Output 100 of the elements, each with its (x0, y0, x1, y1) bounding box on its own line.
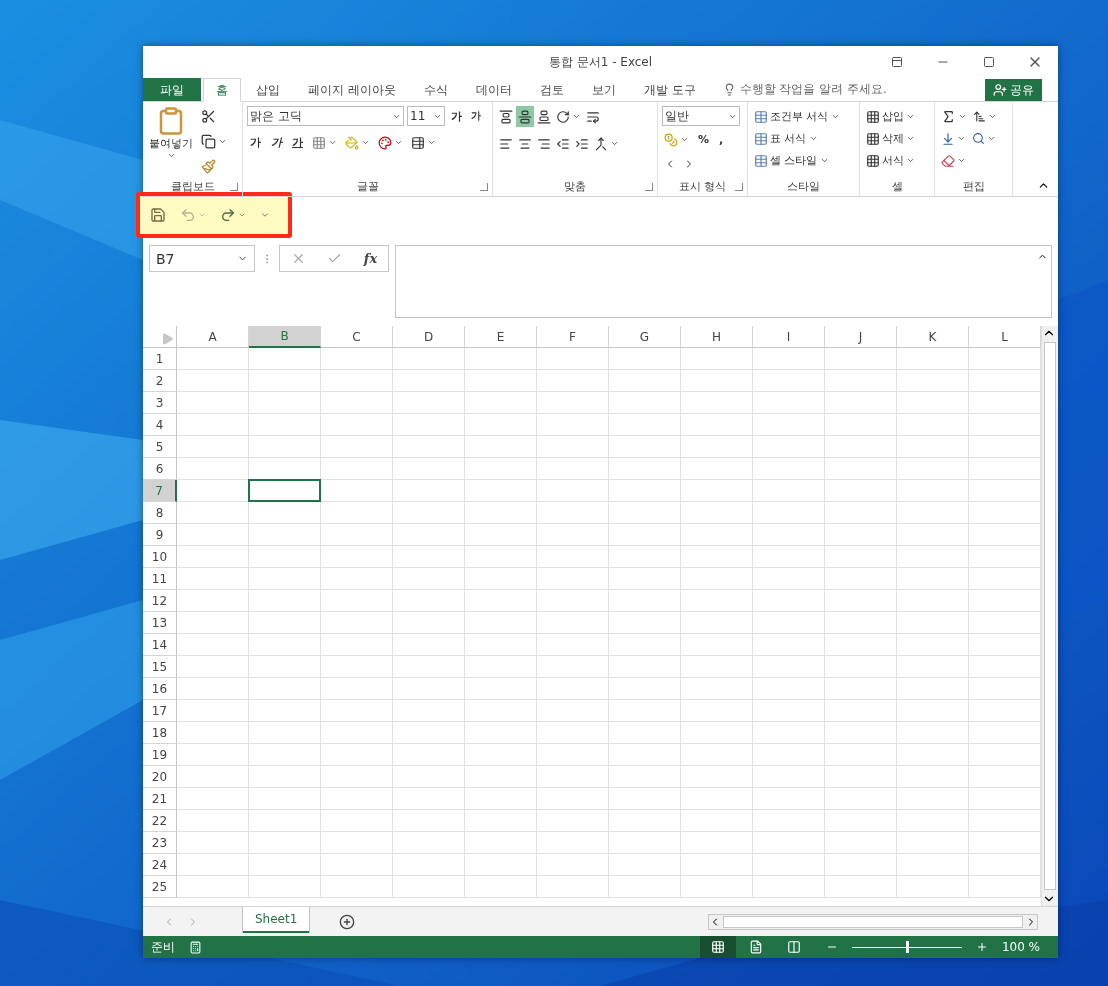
grid-cell[interactable] (465, 788, 537, 810)
grid-cell[interactable] (609, 392, 681, 414)
grid-cell[interactable] (681, 656, 753, 678)
grid-cell[interactable] (249, 766, 321, 788)
grid-cell[interactable] (177, 810, 249, 832)
grid-cell[interactable] (537, 722, 609, 744)
grid-cell[interactable] (393, 458, 465, 480)
launcher-icon[interactable] (480, 183, 488, 191)
percent-button[interactable]: % (695, 132, 713, 147)
row-header[interactable]: 17 (143, 700, 177, 722)
grid-cell[interactable] (177, 788, 249, 810)
grid-cell[interactable] (393, 700, 465, 722)
grid-cell[interactable] (825, 480, 897, 502)
grid-cell[interactable] (465, 480, 537, 502)
grid-cell[interactable] (681, 392, 753, 414)
grid-cell[interactable] (177, 612, 249, 634)
tell-me-field[interactable]: 수행할 작업을 알려 주세요. (739, 81, 887, 98)
grid-cell[interactable] (609, 590, 681, 612)
grid-cell[interactable] (897, 392, 969, 414)
grid-cell[interactable] (465, 634, 537, 656)
row-header[interactable]: 11 (143, 568, 177, 590)
row-header[interactable]: 3 (143, 392, 177, 414)
grid-cell[interactable] (537, 348, 609, 370)
grid-cell[interactable] (321, 414, 393, 436)
grid-cell[interactable] (249, 502, 321, 524)
grid-cell[interactable] (465, 722, 537, 744)
row-header[interactable]: 4 (143, 414, 177, 436)
grid-cell[interactable] (609, 414, 681, 436)
grid-cell[interactable] (537, 744, 609, 766)
grid-cell[interactable] (825, 700, 897, 722)
grid-cell[interactable] (825, 502, 897, 524)
bold-button[interactable]: 가 (247, 134, 264, 151)
row-header[interactable]: 13 (143, 612, 177, 634)
grid-cell[interactable] (465, 436, 537, 458)
grid-cell[interactable] (465, 370, 537, 392)
grid-cell[interactable] (537, 656, 609, 678)
grid-cell[interactable] (681, 568, 753, 590)
grid-cell[interactable] (393, 348, 465, 370)
grid-cell[interactable] (753, 876, 825, 898)
grid-cell[interactable] (897, 876, 969, 898)
row-header[interactable]: 20 (143, 766, 177, 788)
share-button[interactable]: 공유 (985, 79, 1042, 101)
row-header[interactable]: 19 (143, 744, 177, 766)
column-header[interactable]: I (753, 326, 825, 348)
grid-cell[interactable] (753, 744, 825, 766)
column-header[interactable]: J (825, 326, 897, 348)
grid-cell[interactable] (321, 722, 393, 744)
launcher-icon[interactable] (230, 183, 238, 191)
grid-cell[interactable] (897, 480, 969, 502)
ribbon-tab[interactable]: 홈 (203, 78, 241, 102)
grid-cell[interactable] (897, 546, 969, 568)
grid-cell[interactable] (681, 524, 753, 546)
row-header[interactable]: 6 (143, 458, 177, 480)
grid-cell[interactable] (393, 876, 465, 898)
name-box[interactable]: B7 (149, 245, 255, 272)
grid-cell[interactable] (393, 766, 465, 788)
row-header[interactable]: 16 (143, 678, 177, 700)
column-header[interactable]: D (393, 326, 465, 348)
grid-cell[interactable] (465, 810, 537, 832)
grid-cell[interactable] (177, 634, 249, 656)
grid-cell[interactable] (897, 766, 969, 788)
grid-cell[interactable] (681, 810, 753, 832)
grid-cell[interactable] (753, 524, 825, 546)
grid-cell[interactable] (825, 766, 897, 788)
grid-cell[interactable] (249, 678, 321, 700)
grid-cell[interactable] (681, 832, 753, 854)
grid-cell[interactable] (465, 766, 537, 788)
grid-cell[interactable] (465, 744, 537, 766)
grid-cell[interactable] (753, 348, 825, 370)
grid-cell[interactable] (825, 414, 897, 436)
row-header[interactable]: 25 (143, 876, 177, 898)
grid-cell[interactable] (393, 546, 465, 568)
grid-cell[interactable] (681, 348, 753, 370)
grid-cell[interactable] (609, 436, 681, 458)
grid-cell[interactable] (321, 436, 393, 458)
grid-cell[interactable] (825, 854, 897, 876)
column-header[interactable]: F (537, 326, 609, 348)
grid-cell[interactable] (465, 700, 537, 722)
grid-cell[interactable] (393, 370, 465, 392)
grid-cell[interactable] (465, 414, 537, 436)
sheet-tab[interactable]: Sheet1 (243, 906, 310, 933)
grid-cell[interactable] (177, 502, 249, 524)
grid-cell[interactable] (753, 766, 825, 788)
grid-cell[interactable] (753, 458, 825, 480)
grid-cell[interactable] (393, 832, 465, 854)
grid-cell[interactable] (825, 392, 897, 414)
grid-cell[interactable] (537, 392, 609, 414)
grid-cell[interactable] (681, 700, 753, 722)
grid-cell[interactable] (537, 546, 609, 568)
row-header[interactable]: 1 (143, 348, 177, 370)
cells-button[interactable]: 삭제 (864, 128, 917, 149)
grid-cell[interactable] (609, 744, 681, 766)
grid-cell[interactable] (753, 656, 825, 678)
grid-cell[interactable] (825, 634, 897, 656)
grid-cell[interactable] (537, 634, 609, 656)
grid-cell[interactable] (321, 392, 393, 414)
row-header[interactable]: 18 (143, 722, 177, 744)
grid-cell[interactable] (393, 744, 465, 766)
font-name-field[interactable]: 맑은 고딕 (247, 106, 404, 126)
grid-cell[interactable] (753, 414, 825, 436)
